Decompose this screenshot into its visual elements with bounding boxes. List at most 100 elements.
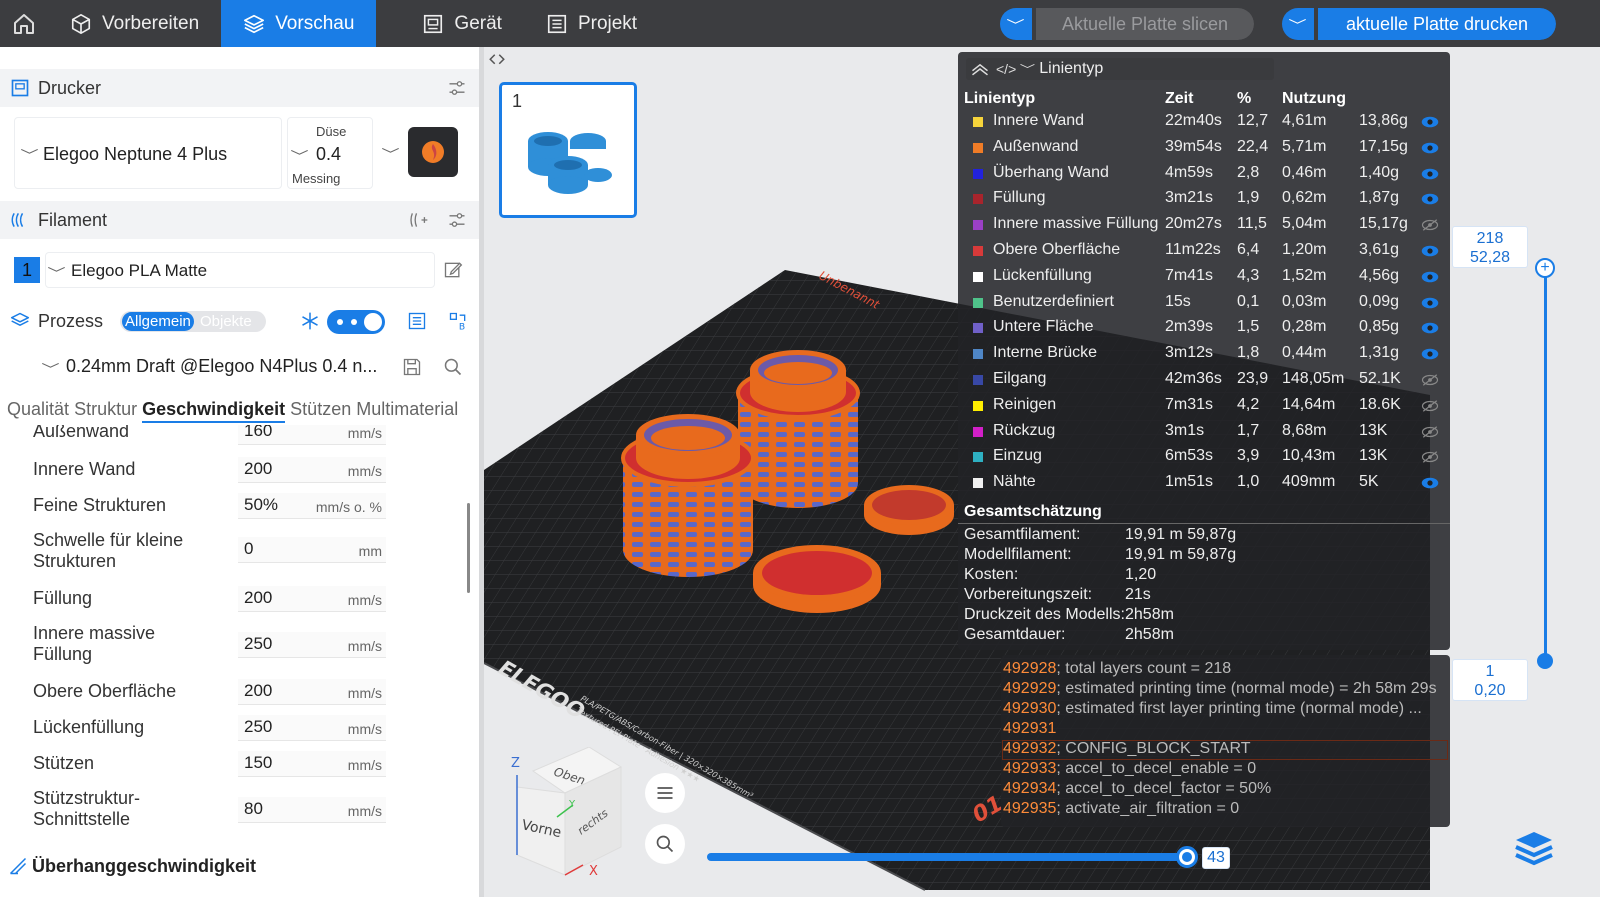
gcode-line[interactable]: 492935; activate_air_filtration = 0 (1001, 800, 1239, 820)
save-icon[interactable] (402, 357, 422, 377)
tab-supports[interactable]: Stützen (290, 399, 351, 419)
setting-input[interactable]: 200 mm/s (238, 457, 386, 483)
layers-stack-icon[interactable] (1514, 828, 1554, 868)
search-icon[interactable] (443, 357, 463, 377)
eye-off-icon[interactable] (1421, 399, 1439, 413)
nozzle-select[interactable]: Düse ﹀ 0.4 Messing (287, 117, 373, 189)
gcode-line[interactable]: 492933; accel_to_decel_enable = 0 (1001, 760, 1256, 780)
edit-icon[interactable] (443, 260, 463, 280)
legend-header-type: Linientyp (964, 90, 1036, 107)
settings-scrollbar[interactable] (467, 503, 470, 593)
tab-speed[interactable]: Geschwindigkeit (142, 399, 286, 423)
settings-sliders-icon[interactable] (447, 210, 467, 230)
legend-row[interactable]: Reinigen 7m31s 4,2 14,64m 18.6K (958, 394, 1450, 419)
legend-row[interactable]: Lückenfüllung 7m41s 4,3 1,52m 4,56g (958, 265, 1450, 290)
eye-icon[interactable] (1421, 192, 1439, 206)
tab-prepare[interactable]: Vorbereiten (48, 0, 221, 47)
legend-row[interactable]: Rückzug 3m1s 1,7 8,68m 13K (958, 420, 1450, 445)
setting-input[interactable]: 200 mm/s (238, 586, 386, 612)
slice-dropdown-toggle[interactable]: ﹀ (1000, 8, 1032, 40)
setting-input[interactable]: 0 mm (238, 537, 386, 563)
plate-thumbnail[interactable]: 1 (499, 82, 637, 218)
legend-line-type: Innere Wand (993, 112, 1085, 129)
legend-row[interactable]: Innere Wand 22m40s 12,7 4,61m 13,86g (958, 110, 1450, 135)
gcode-line[interactable]: 492928; total layers count = 218 (1001, 660, 1231, 680)
gcode-line[interactable]: 492932; CONFIG_BLOCK_START (1001, 740, 1251, 760)
mode-global[interactable]: Allgemein (122, 312, 194, 331)
mode-objects[interactable]: Objekte (200, 312, 252, 331)
legend-row[interactable]: Füllung 3m21s 1,9 0,62m 1,87g (958, 187, 1450, 212)
legend-row[interactable]: Interne Brücke 3m12s 1,8 0,44m 1,31g (958, 342, 1450, 367)
list-icon[interactable] (407, 311, 427, 331)
setting-input[interactable]: 250 mm/s (238, 715, 386, 741)
tab-structure[interactable]: Struktur (74, 399, 137, 419)
eye-icon[interactable] (1421, 167, 1439, 181)
setting-input[interactable]: 80 mm/s (238, 797, 386, 823)
legend-row[interactable]: Obere Oberfläche 11m22s 6,4 1,20m 3,61g (958, 239, 1450, 264)
vertical-slider-bottom-thumb[interactable] (1537, 653, 1553, 669)
eye-icon[interactable] (1421, 115, 1439, 129)
legend-view-select[interactable]: </> ﹀ Linientyp (966, 58, 1274, 80)
print-plate-button[interactable]: ﹀ aktuelle Platte drucken (1282, 8, 1556, 40)
setting-input[interactable]: 50% mm/s o. % (238, 493, 386, 519)
setting-input[interactable]: 150 mm/s (238, 751, 386, 777)
tab-preview[interactable]: Vorschau (221, 0, 377, 47)
legend-row[interactable]: Außenwand 39m54s 22,4 5,71m 17,15g (958, 136, 1450, 161)
eye-off-icon[interactable] (1421, 218, 1439, 232)
printer-name: Elegoo Neptune 4 Plus (43, 144, 228, 164)
filament-select[interactable]: ﹀ Elegoo PLA Matte (45, 252, 435, 288)
eye-off-icon[interactable] (1421, 425, 1439, 439)
tab-multimaterial[interactable]: Multimaterial (356, 399, 458, 419)
collapse-panel-icon[interactable] (488, 51, 506, 69)
top-layer-height: 52,28 (1469, 249, 1511, 266)
tab-device[interactable]: Gerät (400, 0, 524, 47)
compare-icon[interactable]: B (448, 311, 468, 331)
add-filament-icon[interactable] (409, 210, 429, 230)
legend-row[interactable]: Überhang Wand 4m59s 2,8 0,46m 1,40g (958, 162, 1450, 187)
bed-type-select[interactable]: ﹀ (378, 117, 464, 189)
gcode-line[interactable]: 492930; estimated first layer printing t… (1001, 700, 1422, 720)
tab-project[interactable]: Projekt (524, 0, 659, 47)
eye-icon[interactable] (1421, 476, 1439, 490)
print-dropdown-toggle[interactable]: ﹀ (1282, 8, 1314, 40)
snowflake-icon[interactable] (300, 311, 320, 331)
zoom-button[interactable] (645, 824, 685, 864)
eye-icon[interactable] (1421, 141, 1439, 155)
legend-weight: 13K (1359, 447, 1388, 465)
horizontal-slider-thumb[interactable] (1176, 846, 1198, 868)
collapse-up-icon[interactable] (970, 62, 990, 76)
gcode-line[interactable]: 492929; estimated printing time (normal … (1001, 680, 1437, 700)
printer-select[interactable]: ﹀ Elegoo Neptune 4 Plus (14, 117, 282, 189)
view-cube[interactable]: Z X Y Oben Vorne rechts (497, 747, 627, 877)
eye-icon[interactable] (1421, 270, 1439, 284)
menu-button[interactable] (645, 773, 685, 813)
setting-input[interactable]: 250 mm/s (238, 632, 386, 658)
advanced-toggle[interactable] (327, 310, 385, 334)
legend-row[interactable]: Eilgang 42m36s 23,9 148,05m 52.1K (958, 368, 1450, 393)
legend-row[interactable]: Innere massive Füllung 20m27s 11,5 5,04m 15,… (958, 213, 1450, 238)
slice-plate-button[interactable]: ﹀ Aktuelle Platte slicen (1000, 8, 1254, 40)
tab-quality[interactable]: Qualität (7, 399, 69, 419)
setting-row: Stützstruktur-Schnittstelle 80 mm/s (0, 786, 460, 832)
eye-off-icon[interactable] (1421, 450, 1439, 464)
vertical-slider-top-thumb[interactable]: + (1535, 258, 1555, 278)
settings-sliders-icon[interactable] (447, 78, 467, 98)
legend-row[interactable]: Untere Fläche 2m39s 1,5 0,28m 0,85g (958, 316, 1450, 341)
gcode-line[interactable]: 492934; accel_to_decel_factor = 50% (1001, 780, 1271, 800)
legend-row[interactable]: Einzug 6m53s 3,9 10,43m 13K (958, 445, 1450, 470)
process-profile-select[interactable]: ﹀ 0.24mm Draft @Elegoo N4Plus 0.4 n... (0, 346, 479, 388)
eye-off-icon[interactable] (1421, 373, 1439, 387)
eye-icon[interactable] (1421, 244, 1439, 258)
home-button[interactable] (0, 0, 48, 47)
process-mode-toggle[interactable]: Allgemein Objekte (120, 311, 266, 332)
vertical-layer-slider[interactable] (1544, 267, 1547, 659)
setting-input[interactable]: 160 mm/s (238, 425, 386, 445)
horizontal-layer-slider[interactable] (707, 853, 1189, 861)
eye-icon[interactable] (1421, 296, 1439, 310)
gcode-line[interactable]: 492931 (1001, 720, 1056, 740)
legend-row[interactable]: Benutzerdefiniert 15s 0,1 0,03m 0,09g (958, 291, 1450, 316)
legend-row[interactable]: Nähte 1m51s 1,0 409mm 5K (958, 471, 1450, 496)
eye-icon[interactable] (1421, 347, 1439, 361)
setting-input[interactable]: 200 mm/s (238, 679, 386, 705)
eye-icon[interactable] (1421, 321, 1439, 335)
